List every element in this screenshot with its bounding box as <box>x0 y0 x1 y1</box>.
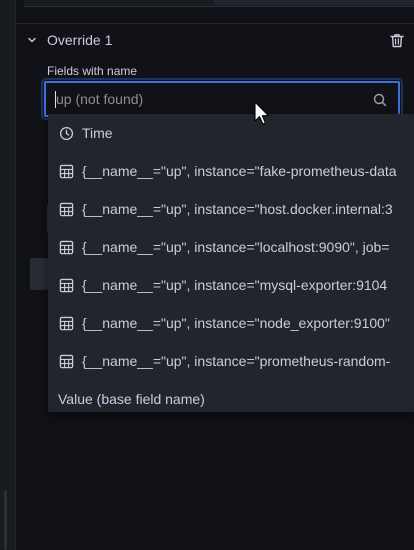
fields-with-name-label: Fields with name <box>47 64 138 78</box>
option-series-mysql-exporter[interactable]: {__name__="up", instance="mysql-exporter… <box>48 266 414 304</box>
option-label: Value (base field name) <box>58 391 205 407</box>
option-series-localhost[interactable]: {__name__="up", instance="localhost:9090… <box>48 228 414 266</box>
scrollbar[interactable] <box>4 490 7 550</box>
table-icon <box>58 353 74 369</box>
chevron-down-icon[interactable] <box>25 33 39 47</box>
table-icon <box>58 315 74 331</box>
mouse-pointer-icon <box>254 101 270 125</box>
left-rail <box>0 0 16 550</box>
option-time[interactable]: Time <box>48 114 414 152</box>
background-button <box>30 258 48 290</box>
search-icon <box>372 92 388 108</box>
override-title: Override 1 <box>47 32 113 48</box>
option-label: {__name__="up", instance="fake-prometheu… <box>82 163 397 179</box>
option-label: {__name__="up", instance="host.docker.in… <box>82 201 393 217</box>
clock-icon <box>58 125 74 141</box>
table-icon <box>58 163 74 179</box>
option-label: Time <box>82 125 113 141</box>
top-tab-edge <box>214 0 414 5</box>
option-series-fake-prometheus[interactable]: {__name__="up", instance="fake-prometheu… <box>48 152 414 190</box>
option-label: {__name__="up", instance="localhost:9090… <box>82 239 390 255</box>
field-name-input-text: up (not found) <box>56 91 144 107</box>
option-series-prometheus-random[interactable]: {__name__="up", instance="prometheus-ran… <box>48 342 414 380</box>
table-icon <box>58 239 74 255</box>
option-label: {__name__="up", instance="mysql-exporter… <box>82 277 388 293</box>
option-series-node-exporter[interactable]: {__name__="up", instance="node_exporter:… <box>48 304 414 342</box>
option-series-host-docker[interactable]: {__name__="up", instance="host.docker.in… <box>48 190 414 228</box>
option-value-base-field[interactable]: Value (base field name) <box>48 380 414 412</box>
table-icon <box>58 277 74 293</box>
field-name-input[interactable]: up (not found) <box>44 81 400 117</box>
option-label: {__name__="up", instance="prometheus-ran… <box>82 353 391 369</box>
top-panel-edge <box>24 0 414 7</box>
override-header[interactable]: Override 1 <box>16 24 414 58</box>
table-icon <box>58 201 74 217</box>
trash-icon[interactable] <box>388 31 406 49</box>
option-label: {__name__="up", instance="node_exporter:… <box>82 315 390 331</box>
field-options-dropdown: Time {__name__="up", instance="fake-prom… <box>48 114 414 412</box>
